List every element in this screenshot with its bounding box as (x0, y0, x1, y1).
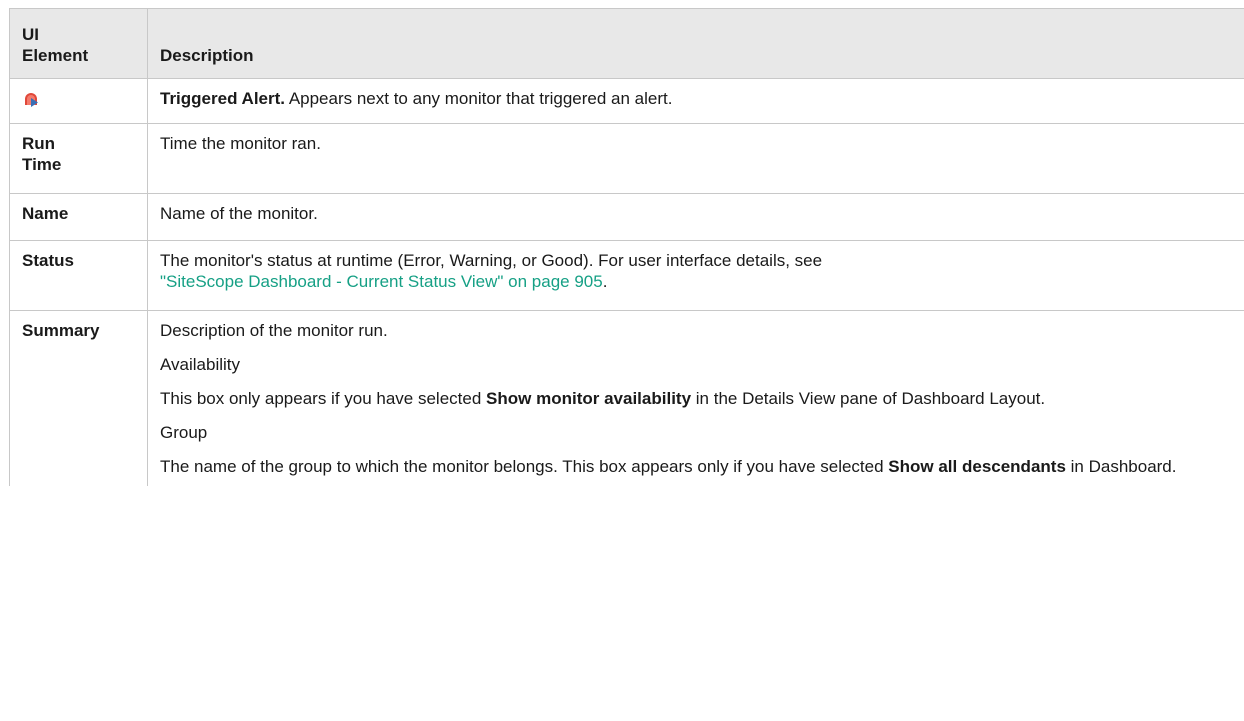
availability-label: Availability (160, 355, 241, 374)
ui-element-run-time: Run Time (9, 123, 148, 194)
table-header-row: UI Element Description (9, 8, 1244, 79)
ui-element-cell (9, 78, 148, 124)
header-ui-element: UI Element (9, 8, 148, 79)
triggered-alert-title: Triggered Alert. (160, 89, 286, 108)
table-row: Summary Description of the monitor run. … (9, 310, 1244, 486)
status-view-link[interactable]: "SiteScope Dashboard - Current Status Vi… (160, 272, 603, 291)
description-status: The monitor's status at runtime (Error, … (147, 240, 1244, 311)
header-description: Description (147, 8, 1244, 79)
availability-desc: This box only appears if you have select… (160, 389, 1046, 408)
description-name: Name of the monitor. (147, 193, 1244, 241)
ui-element-status: Status (9, 240, 148, 311)
group-desc: The name of the group to which the monit… (160, 457, 1177, 476)
table-row: Triggered Alert. Appears next to any mon… (9, 78, 1244, 124)
group-label: Group (160, 423, 208, 442)
triggered-alert-icon (22, 90, 40, 108)
ui-element-summary: Summary (9, 310, 148, 486)
summary-desc: Description of the monitor run. (160, 321, 388, 340)
triggered-alert-text: Appears next to any monitor that trigger… (288, 89, 673, 108)
description-cell: Triggered Alert. Appears next to any mon… (147, 78, 1244, 124)
table-row: Run Time Time the monitor ran. (9, 123, 1244, 194)
ui-elements-table: UI Element Description Triggered Alert. A… (9, 8, 1244, 486)
description-run-time: Time the monitor ran. (147, 123, 1244, 194)
table-row: Status The monitor's status at runtime (… (9, 240, 1244, 311)
table-row: Name Name of the monitor. (9, 193, 1244, 241)
ui-element-name: Name (9, 193, 148, 241)
description-summary: Description of the monitor run. Availabi… (147, 310, 1244, 486)
